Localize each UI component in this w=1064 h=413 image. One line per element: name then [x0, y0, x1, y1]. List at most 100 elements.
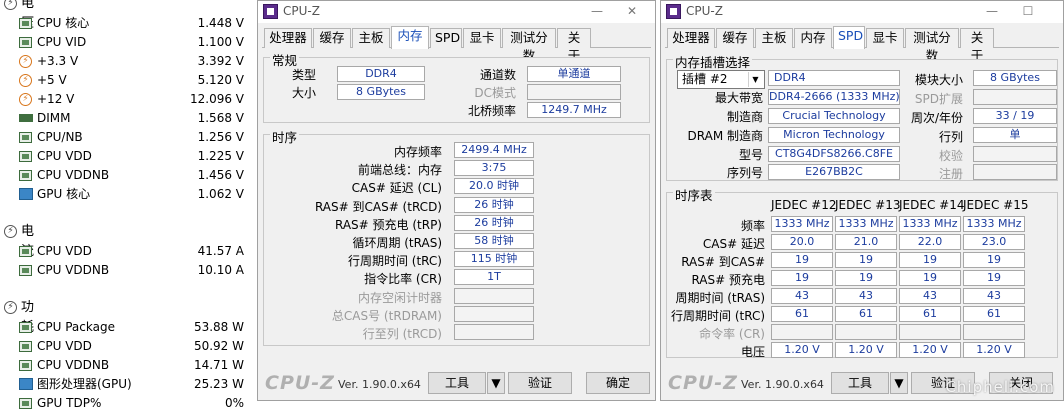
- jedec-cell: 1.20 V: [963, 342, 1025, 358]
- tab-3[interactable]: 内存: [794, 28, 832, 48]
- tab-7[interactable]: 关于: [960, 28, 994, 63]
- part-number-value: CT8G4DFS8266.C8FE: [768, 146, 900, 162]
- tab-bar: 处理器 缓存 主板 内存 SPD 显卡 测试分数 关于: [665, 26, 1059, 63]
- version-label: Ver. 1.90.0.x64: [338, 378, 421, 391]
- manufacturer-value: Crucial Technology: [768, 108, 900, 124]
- timing-label: CAS# 延迟 (CL): [351, 181, 442, 196]
- manufacturer-label: 制造商: [726, 110, 763, 124]
- timing-group: 时序 内存频率 2499.4 MHz 前端总线：内存 3:75 CAS# 延迟 (CL)…: [263, 127, 650, 346]
- tab-3[interactable]: 内存: [391, 26, 429, 49]
- sensor-row[interactable]: CPU VDDNB 1.456 V: [0, 166, 258, 185]
- tab-4[interactable]: SPD: [833, 26, 865, 49]
- group-title: 时序: [270, 127, 300, 146]
- jedec-cell: 19: [771, 252, 833, 268]
- serial-value: E267BB2C: [768, 164, 900, 180]
- timing-value: 26 时钟: [454, 196, 534, 213]
- timing-value: 3:75: [454, 160, 534, 177]
- jedec-cell: 1.20 V: [771, 342, 833, 358]
- jedec-row-label: RAS# 到CAS#: [681, 255, 765, 269]
- sensor-row[interactable]: CPU 核心 1.448 V: [0, 14, 258, 33]
- tab-0[interactable]: 处理器: [667, 28, 715, 48]
- sensor-row[interactable]: CPU VDD 50.92 W: [0, 337, 258, 356]
- tab-6[interactable]: 测试分数: [502, 28, 556, 63]
- sensor-row[interactable]: CPU/NB 1.256 V: [0, 128, 258, 147]
- timing-label: 行周期时间 (tRC): [347, 254, 442, 269]
- sensor-value: 1.062 V: [197, 187, 244, 201]
- slot-group: 内存插槽选择 插槽 #2 ▼ DDR4 模块大小 8 GBytes 最大带宽 D…: [666, 52, 1058, 181]
- sensor-row[interactable]: CPU VDDNB 10.10 A: [0, 261, 258, 280]
- sensor-row[interactable]: ⚡ +3.3 V 3.392 V: [0, 52, 258, 71]
- tools-dropdown-button[interactable]: ▼: [487, 372, 505, 394]
- jedec-cell: 19: [899, 252, 961, 268]
- sensor-value: 0%: [224, 396, 244, 410]
- sensor-icon: [19, 360, 32, 371]
- sensor-row[interactable]: ⚡ +12 V 12.096 V: [0, 90, 258, 109]
- sensor-row[interactable]: CPU VDDNB 14.71 W: [0, 356, 258, 375]
- tab-6[interactable]: 测试分数: [905, 28, 959, 63]
- sensor-icon: [19, 18, 32, 29]
- jedec-cell: [963, 324, 1025, 340]
- slot-select-value: 插槽 #2: [682, 72, 728, 86]
- jedec-cell: 1333 MHz: [771, 216, 833, 232]
- ok-button[interactable]: 确定: [586, 372, 650, 394]
- tab-1[interactable]: 缓存: [716, 28, 754, 48]
- title-bar[interactable]: CPU-Z — ✕: [258, 1, 655, 23]
- jedec-cell: 1.20 V: [899, 342, 961, 358]
- tab-2[interactable]: 主板: [352, 28, 390, 48]
- sensor-row[interactable]: CPU VDD 41.57 A: [0, 242, 258, 261]
- jedec-cell: 21.0: [835, 234, 897, 250]
- sensor-row[interactable]: GPU TDP% 0%: [0, 394, 258, 413]
- tab-1[interactable]: 缓存: [313, 28, 351, 48]
- jedec-cell: 1333 MHz: [835, 216, 897, 232]
- nb-freq-value: 1249.7 MHz: [527, 102, 621, 118]
- sensor-label: CPU VDDNB: [37, 263, 110, 277]
- jedec-cell: [771, 324, 833, 340]
- sensor-row[interactable]: DIMM 1.568 V: [0, 109, 258, 128]
- jedec-cell: 61: [963, 306, 1025, 322]
- sensor-value: 50.92 W: [193, 339, 244, 353]
- tab-4[interactable]: SPD: [430, 28, 462, 48]
- tab-5[interactable]: 显卡: [866, 28, 904, 48]
- sensor-label: +12 V: [37, 92, 75, 106]
- sensor-label: GPU TDP%: [37, 396, 102, 410]
- sensor-row[interactable]: CPU VID 1.100 V: [0, 33, 258, 52]
- sensor-row[interactable]: CPU Package 53.88 W: [0, 318, 258, 337]
- timing-value: 2499.4 MHz: [454, 142, 534, 158]
- jedec-cell: 1333 MHz: [963, 216, 1025, 232]
- sensor-label: CPU 核心: [37, 16, 90, 30]
- sensor-row[interactable]: CPU VDD 1.225 V: [0, 147, 258, 166]
- sensor-value: 1.256 V: [197, 130, 244, 144]
- size-label: 大小: [291, 86, 316, 100]
- minimize-icon[interactable]: —: [588, 3, 606, 19]
- tab-0[interactable]: 处理器: [264, 28, 312, 48]
- validate-button[interactable]: 验证: [508, 372, 572, 394]
- tools-dropdown-button[interactable]: ▼: [890, 372, 908, 394]
- sensor-value: 3.392 V: [197, 54, 244, 68]
- tab-5[interactable]: 显卡: [463, 28, 501, 48]
- jedec-row-label: 周期时间 (tRAS): [675, 291, 765, 305]
- close-icon[interactable]: ✕: [623, 3, 641, 19]
- timing-label: 行至列 (tRCD): [362, 327, 442, 341]
- sensor-value: 1.568 V: [197, 111, 244, 125]
- tools-button[interactable]: 工具: [831, 372, 889, 394]
- tab-2[interactable]: 主板: [755, 28, 793, 48]
- maximize-icon[interactable]: ☐: [1019, 3, 1037, 19]
- tab-7[interactable]: 关于: [557, 28, 591, 63]
- slot-select[interactable]: 插槽 #2 ▼: [677, 70, 765, 89]
- sensor-row[interactable]: GPU 核心 1.062 V: [0, 185, 258, 204]
- watermark: Chiphell.com: [945, 378, 1055, 396]
- sensor-value: 12.096 V: [189, 92, 244, 106]
- sensor-row[interactable]: 图形处理器(GPU) 25.23 W: [0, 375, 258, 394]
- minimize-icon[interactable]: —: [983, 3, 1001, 19]
- jedec-row-label: 行周期时间 (tRC): [671, 309, 766, 323]
- title-bar[interactable]: CPU-Z — ☐: [661, 1, 1063, 23]
- tools-button[interactable]: 工具: [428, 372, 486, 394]
- rank-value: 单: [973, 127, 1057, 143]
- channel-label: 通道数: [479, 68, 516, 82]
- sensor-row[interactable]: ⚡ +5 V 5.120 V: [0, 71, 258, 90]
- tab-bar: 处理器 缓存 主板 内存 SPD 显卡 测试分数 关于: [262, 26, 651, 63]
- sensor-label: +5 V: [37, 73, 67, 87]
- jedec-row-label: RAS# 预充电: [691, 273, 765, 287]
- module-size-label: 模块大小: [914, 73, 963, 87]
- timing-label: 指令比率 (CR): [364, 272, 442, 287]
